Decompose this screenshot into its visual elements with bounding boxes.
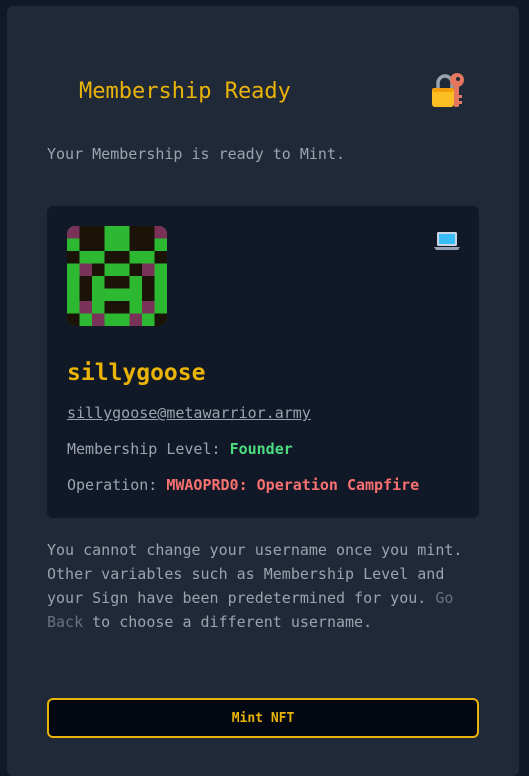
pixel-goblin-avatar [67, 226, 167, 326]
intro-text: Your Membership is ready to Mint. [47, 145, 346, 163]
membership-panel: Membership Ready Your Membership is read… [7, 6, 519, 776]
membership-card: sillygoose sillygoose@metawarrior.army M… [47, 206, 479, 518]
operation-label: Operation: [67, 476, 167, 494]
page-title: Membership Ready [79, 79, 291, 104]
notice-text-after: to choose a different username. [83, 613, 373, 631]
email-link[interactable]: sillygoose@metawarrior.army [67, 403, 311, 423]
mint-nft-button[interactable]: Mint NFT [47, 698, 479, 738]
notice-text-before: You cannot change your username once you… [47, 541, 463, 607]
notice-text: You cannot change your username once you… [47, 538, 477, 634]
membership-level-label: Membership Level: [67, 440, 230, 458]
operation-row: Operation: MWAOPRD0: Operation Campfire [67, 475, 419, 495]
operation-value: MWAOPRD0: Operation Campfire [166, 476, 420, 494]
username: sillygoose [67, 360, 206, 386]
membership-level-value: Founder [229, 440, 293, 458]
locked-with-key-icon [430, 72, 470, 112]
membership-level-row: Membership Level: Founder [67, 439, 293, 459]
laptop-icon [433, 230, 461, 252]
